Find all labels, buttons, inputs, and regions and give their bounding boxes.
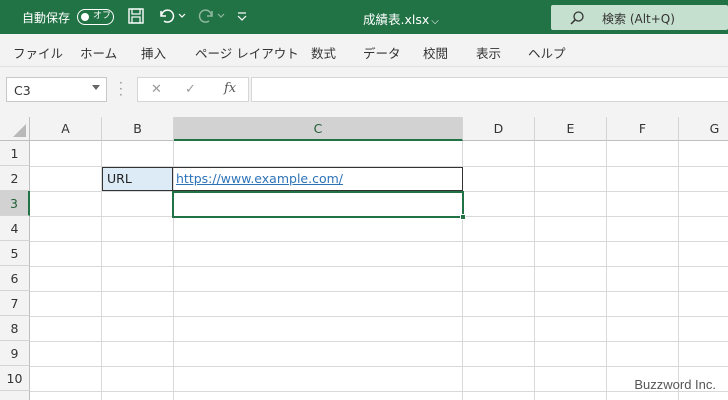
redo-dropdown-icon <box>217 10 225 24</box>
tab-review[interactable]: 校閲 <box>423 43 448 62</box>
column-header-g[interactable]: G <box>679 117 728 141</box>
tab-help[interactable]: ヘルプ <box>528 43 566 62</box>
tab-view[interactable]: 表示 <box>476 43 501 62</box>
column-header-f[interactable]: F <box>607 117 679 141</box>
gridline <box>173 117 174 400</box>
row-header-5[interactable]: 5 <box>0 241 30 266</box>
active-cell-c3[interactable] <box>172 191 464 218</box>
gridline <box>534 117 535 400</box>
select-all-triangle-icon <box>13 124 26 137</box>
undo-icon[interactable] <box>157 7 177 28</box>
gridline <box>0 366 728 367</box>
file-name: 成績表.xlsx <box>363 12 430 27</box>
undo-dropdown-icon[interactable] <box>178 10 186 24</box>
document-title[interactable]: 成績表.xlsx ⌵ <box>363 9 439 28</box>
tab-formulas[interactable]: 数式 <box>311 43 336 62</box>
column-header-e[interactable]: E <box>535 117 607 141</box>
row-header-10[interactable]: 10 <box>0 366 30 391</box>
enter-icon[interactable]: ✓ <box>185 82 196 97</box>
gridline <box>0 316 728 317</box>
save-icon[interactable] <box>127 7 145 28</box>
tab-file[interactable]: ファイル <box>13 43 63 62</box>
redo-icon <box>196 7 216 28</box>
gridline <box>0 266 728 267</box>
row-header-8[interactable]: 8 <box>0 316 30 341</box>
insert-function-icon[interactable]: fx <box>224 81 236 96</box>
tab-insert[interactable]: 挿入 <box>141 43 166 62</box>
row-header-2[interactable]: 2 <box>0 166 30 191</box>
watermark: Buzzword Inc. <box>634 377 716 392</box>
row-header-11[interactable] <box>0 391 30 400</box>
ribbon-tabs: ファイル ホーム 挿入 ページ レイアウト 数式 データ 校閲 表示 ヘルプ <box>0 34 728 67</box>
column-header-a[interactable]: A <box>30 117 102 141</box>
name-box[interactable]: C3 <box>6 77 107 102</box>
row-header-6[interactable]: 6 <box>0 266 30 291</box>
column-header-d[interactable]: D <box>463 117 535 141</box>
search-box[interactable]: 検索 (Alt+Q) <box>551 5 728 30</box>
cell-c2[interactable]: https://www.example.com/ <box>173 167 463 191</box>
gridline <box>462 117 463 400</box>
formula-buttons: ✕ ✓ fx <box>137 77 249 102</box>
customize-toolbar-icon[interactable] <box>236 9 248 26</box>
gridline <box>0 291 728 292</box>
toggle-knob <box>81 12 89 21</box>
row-header-7[interactable]: 7 <box>0 291 30 316</box>
cancel-icon[interactable]: ✕ <box>151 82 162 97</box>
search-icon <box>569 10 585 29</box>
autosave-toggle[interactable]: オフ <box>77 9 114 25</box>
tab-home[interactable]: ホーム <box>80 43 117 62</box>
worksheet-grid[interactable]: A B C D E F G 1 2 3 4 5 6 7 8 9 10 URL h… <box>0 117 728 400</box>
search-placeholder: 検索 (Alt+Q) <box>602 12 675 26</box>
autosave-label: 自動保存 <box>22 11 71 25</box>
formula-bar: C3 · · · ✕ ✓ fx <box>0 67 728 117</box>
resize-handle-icon[interactable]: · · · <box>119 77 123 101</box>
fill-handle[interactable] <box>460 214 466 220</box>
formula-input[interactable] <box>251 77 728 102</box>
name-box-value: C3 <box>14 83 31 98</box>
tab-data[interactable]: データ <box>363 43 401 62</box>
gridline <box>0 391 728 392</box>
tab-page-layout[interactable]: ページ レイアウト <box>195 43 299 62</box>
gridline <box>0 341 728 342</box>
gridline <box>606 117 607 400</box>
chevron-down-icon: ⌵ <box>431 16 439 27</box>
select-all-button[interactable] <box>0 117 30 141</box>
row-header-9[interactable]: 9 <box>0 341 30 366</box>
row-header-4[interactable]: 4 <box>0 216 30 241</box>
name-box-dropdown-icon[interactable] <box>92 85 100 90</box>
gridline <box>101 117 102 400</box>
title-bar: 自動保存 オフ 成績表.xlsx ⌵ 検索 (Alt+Q) <box>0 0 728 34</box>
column-header-b[interactable]: B <box>102 117 174 141</box>
cell-b2[interactable]: URL <box>102 167 173 191</box>
toggle-state-label: オフ <box>93 11 112 21</box>
column-header-c[interactable]: C <box>174 117 463 141</box>
row-header-1[interactable]: 1 <box>0 141 30 166</box>
row-header-3[interactable]: 3 <box>0 191 30 216</box>
gridline <box>0 241 728 242</box>
gridline <box>678 117 679 400</box>
hyperlink[interactable]: https://www.example.com/ <box>176 171 343 186</box>
